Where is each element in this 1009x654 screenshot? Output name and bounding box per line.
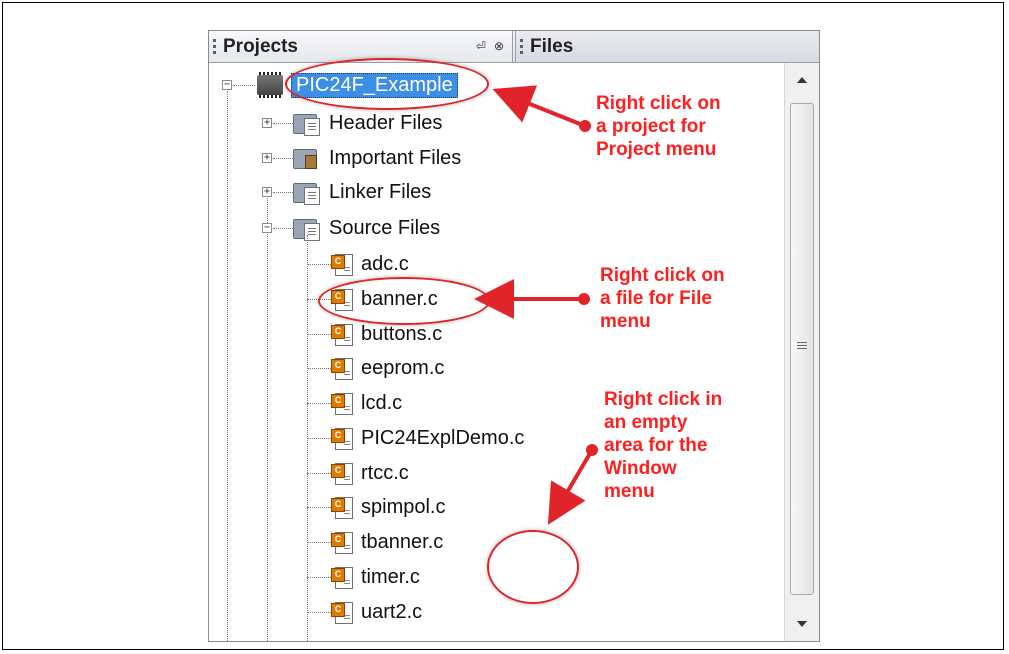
expand-icon[interactable]: + xyxy=(262,187,272,197)
file-label: tbanner.c xyxy=(361,530,444,553)
tab-files[interactable]: Files xyxy=(515,31,819,62)
callout-window-menu: Right click in an empty area for the Win… xyxy=(604,389,723,502)
callout-project-menu: Right click on a project for Project men… xyxy=(596,93,721,160)
tree-node-folder[interactable]: Important Files xyxy=(293,141,461,175)
list-item[interactable]: C rtcc.c xyxy=(331,456,409,490)
tree-line xyxy=(307,577,331,578)
tree-line xyxy=(307,403,331,404)
folder-label: Header Files xyxy=(329,111,443,134)
c-file-icon: C xyxy=(331,531,353,554)
project-highlight-ellipse xyxy=(285,58,489,110)
tab-bar: Projects ⏎ ⊗ Files xyxy=(209,31,819,63)
minimize-window-icon[interactable]: ⏎ xyxy=(476,39,486,53)
drag-grip-icon[interactable] xyxy=(213,39,217,54)
tree-line xyxy=(273,123,293,124)
empty-area-ellipse xyxy=(487,530,579,604)
file-label: spimpol.c xyxy=(361,495,446,518)
c-file-icon: C xyxy=(331,496,353,519)
tree-line xyxy=(267,195,268,641)
tree-line xyxy=(307,473,331,474)
list-item[interactable]: C uart2.c xyxy=(331,595,422,629)
c-file-icon: C xyxy=(331,427,353,450)
file-label: PIC24ExplDemo.c xyxy=(361,426,525,449)
list-item[interactable]: C timer.c xyxy=(331,560,420,594)
c-file-icon: C xyxy=(331,392,353,415)
folder-icon xyxy=(293,112,321,136)
tree-line xyxy=(227,91,228,641)
tree-node-folder[interactable]: Linker Files xyxy=(293,175,431,209)
callout-file-menu: Right click on a file for File menu xyxy=(600,265,725,332)
file-label: eeprom.c xyxy=(361,356,445,379)
close-icon[interactable]: ⊗ xyxy=(494,39,504,53)
file-highlight-ellipse xyxy=(318,277,490,325)
list-item[interactable]: C adc.c xyxy=(331,247,409,281)
tree-node-folder[interactable]: Source Files xyxy=(293,211,440,245)
tab-files-label: Files xyxy=(530,35,574,57)
list-item[interactable]: C tbanner.c xyxy=(331,525,443,559)
expand-icon[interactable]: + xyxy=(262,118,272,128)
chip-project-icon xyxy=(257,72,283,98)
tree-line xyxy=(233,85,255,86)
c-file-icon: C xyxy=(331,357,353,380)
expand-icon[interactable]: + xyxy=(262,153,272,163)
folder-label: Source Files xyxy=(329,216,441,239)
list-item[interactable]: C eeprom.c xyxy=(331,351,444,385)
tree-line xyxy=(307,368,331,369)
c-file-icon: C xyxy=(331,601,353,624)
tree-line xyxy=(307,438,331,439)
scroll-up-icon[interactable] xyxy=(797,77,807,83)
list-item[interactable]: C PIC24ExplDemo.c xyxy=(331,421,524,455)
folder-wrench-icon xyxy=(293,147,321,169)
tree-line xyxy=(307,264,331,265)
tab-projects-label: Projects xyxy=(223,35,298,57)
file-label: uart2.c xyxy=(361,600,423,623)
file-label: buttons.c xyxy=(361,322,443,345)
scroll-thumb[interactable] xyxy=(790,103,814,595)
folder-label: Linker Files xyxy=(329,180,432,203)
c-file-icon: C xyxy=(331,566,353,589)
collapse-icon[interactable]: − xyxy=(222,80,232,90)
c-file-icon: C xyxy=(331,462,353,485)
tab-projects[interactable]: Projects ⏎ ⊗ xyxy=(209,31,513,62)
folder-label: Important Files xyxy=(329,146,462,169)
tree-line xyxy=(273,192,293,193)
list-item[interactable]: C spimpol.c xyxy=(331,490,445,524)
file-label: lcd.c xyxy=(361,391,403,414)
tree-line xyxy=(273,158,293,159)
vertical-scrollbar[interactable] xyxy=(784,63,819,641)
c-file-icon: C xyxy=(331,323,353,346)
file-label: adc.c xyxy=(361,252,409,275)
scroll-down-icon[interactable] xyxy=(797,621,807,627)
tree-line xyxy=(307,334,331,335)
folder-icon xyxy=(293,181,321,205)
tree-line xyxy=(273,228,293,229)
tree-line xyxy=(307,612,331,613)
file-label: timer.c xyxy=(361,565,420,588)
drag-grip-icon[interactable] xyxy=(520,39,524,54)
tree-line xyxy=(307,507,331,508)
list-item[interactable]: C lcd.c xyxy=(331,386,402,420)
tree-node-folder[interactable]: Header Files xyxy=(293,106,442,140)
c-file-icon: C xyxy=(331,253,353,276)
file-label: rtcc.c xyxy=(361,461,409,484)
collapse-icon[interactable]: − xyxy=(262,223,272,233)
tree-line xyxy=(307,542,331,543)
